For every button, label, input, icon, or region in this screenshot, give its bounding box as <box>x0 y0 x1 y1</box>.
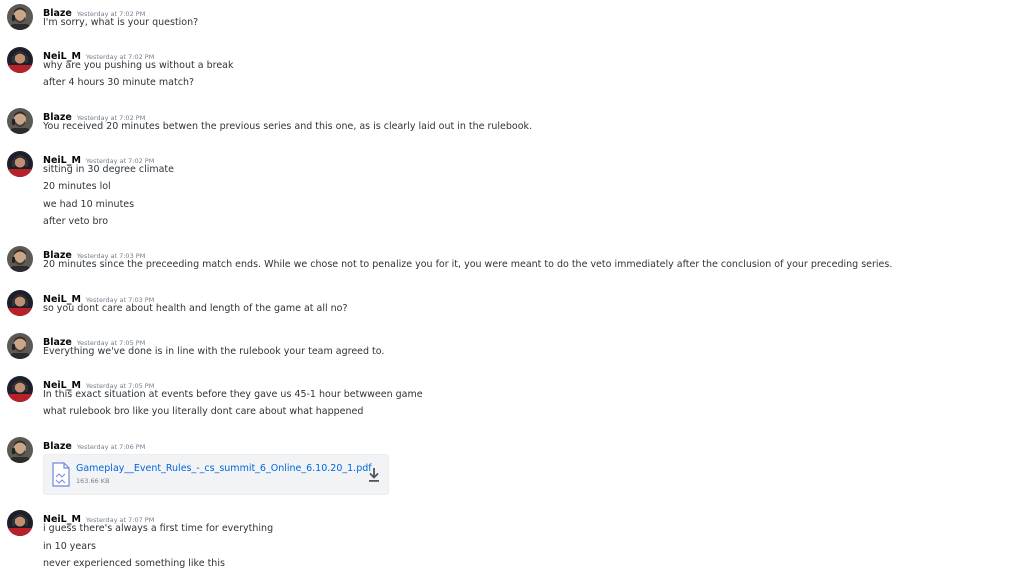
file-attachment[interactable]: Gameplay__Event_Rules_-_cs_summit_6_Onli… <box>43 454 389 495</box>
blaze-avatar[interactable] <box>7 4 33 30</box>
chat-log: Blaze Yesterday at 7:02 PM I'm sorry, what… <box>0 0 1024 574</box>
message-text: i guess there's always a first time for … <box>43 523 274 534</box>
blaze-avatar[interactable] <box>7 246 33 272</box>
blaze-avatar[interactable] <box>7 108 33 134</box>
message-text: Everything we've done is in line with th… <box>43 346 385 357</box>
timestamp: Yesterday at 7:06 PM <box>76 443 146 451</box>
message-text: after 4 hours 30 minute match? <box>43 77 195 88</box>
message-text: in 10 years <box>43 541 96 552</box>
message-text: so you dont care about health and length… <box>43 303 348 314</box>
message-text: what rulebook bro like you literally don… <box>43 406 364 417</box>
message-text: never experienced something like this <box>43 558 225 569</box>
message-text: why are you pushing us without a break <box>43 60 234 71</box>
neil-avatar[interactable] <box>7 47 33 73</box>
author-name[interactable]: Blaze <box>43 441 72 452</box>
file-name-link[interactable]: Gameplay__Event_Rules_-_cs_summit_6_Onli… <box>76 463 372 474</box>
neil-avatar[interactable] <box>7 151 33 177</box>
download-icon[interactable] <box>367 467 381 483</box>
neil-avatar[interactable] <box>7 510 33 536</box>
blaze-avatar[interactable] <box>7 437 33 463</box>
message-text: You received 20 minutes betwen the previ… <box>43 121 533 132</box>
message-text: we had 10 minutes <box>43 199 135 210</box>
message-text: sitting in 30 degree climate <box>43 164 174 175</box>
message-text: I'm sorry, what is your question? <box>43 17 199 28</box>
message-text: 20 minutes since the preceeding match en… <box>43 259 893 270</box>
file-size: 163.66 KB <box>76 477 110 485</box>
message-header: Blaze Yesterday at 7:06 PM <box>43 437 146 452</box>
document-icon <box>52 462 70 487</box>
message-text: In this exact situation at events before… <box>43 389 423 400</box>
message-text: after veto bro <box>43 216 109 227</box>
blaze-avatar[interactable] <box>7 333 33 359</box>
message-text: 20 minutes lol <box>43 181 111 192</box>
neil-avatar[interactable] <box>7 376 33 402</box>
neil-avatar[interactable] <box>7 290 33 316</box>
